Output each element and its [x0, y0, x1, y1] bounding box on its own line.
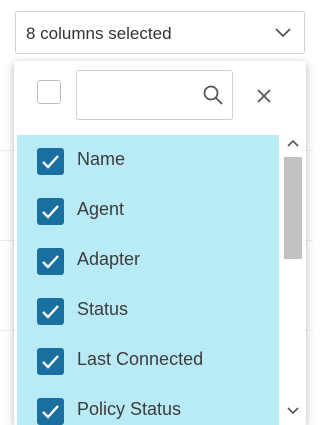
list-scrollbar[interactable] — [280, 135, 306, 425]
checkmark-icon — [42, 405, 59, 419]
checkmark-icon — [42, 155, 59, 169]
columns-select[interactable]: 8 columns selected — [15, 11, 305, 54]
columns-dropdown-panel: Name Agent Adapter Status Last Connected — [14, 61, 306, 425]
chevron-up-icon[interactable] — [286, 138, 300, 148]
checkbox-checked[interactable] — [37, 248, 64, 275]
search-input[interactable] — [76, 70, 233, 120]
column-option-label: Agent — [77, 199, 125, 219]
close-icon[interactable] — [253, 85, 275, 107]
column-option-agent[interactable]: Agent — [17, 185, 279, 235]
checkbox-checked[interactable] — [37, 348, 64, 375]
column-option-label: Last Connected — [77, 349, 204, 369]
checkbox-checked[interactable] — [37, 398, 64, 425]
checkbox-checked[interactable] — [37, 298, 64, 325]
column-option-policy-status[interactable]: Policy Status — [17, 385, 279, 425]
column-option-label: Policy Status — [77, 399, 182, 419]
columns-select-label: 8 columns selected — [26, 24, 172, 43]
checkmark-icon — [42, 255, 59, 269]
column-option-name[interactable]: Name — [17, 135, 279, 185]
column-option-adapter[interactable]: Adapter — [17, 235, 279, 285]
checkbox-checked[interactable] — [37, 198, 64, 225]
column-option-status[interactable]: Status — [17, 285, 279, 335]
column-option-label: Name — [77, 149, 126, 169]
column-option-label: Status — [77, 299, 129, 319]
checkmark-icon — [42, 205, 59, 219]
checkbox-checked[interactable] — [37, 148, 64, 175]
chevron-down-icon — [275, 28, 291, 38]
scrollbar-thumb[interactable] — [284, 157, 302, 259]
column-option-last-connected[interactable]: Last Connected — [17, 335, 279, 385]
chevron-down-icon[interactable] — [286, 406, 300, 416]
checkmark-icon — [42, 305, 59, 319]
column-options-list: Name Agent Adapter Status Last Connected — [17, 135, 279, 425]
select-all-checkbox[interactable] — [37, 80, 61, 104]
dropdown-header — [14, 61, 306, 131]
checkmark-icon — [42, 355, 59, 369]
column-option-label: Adapter — [77, 249, 141, 269]
